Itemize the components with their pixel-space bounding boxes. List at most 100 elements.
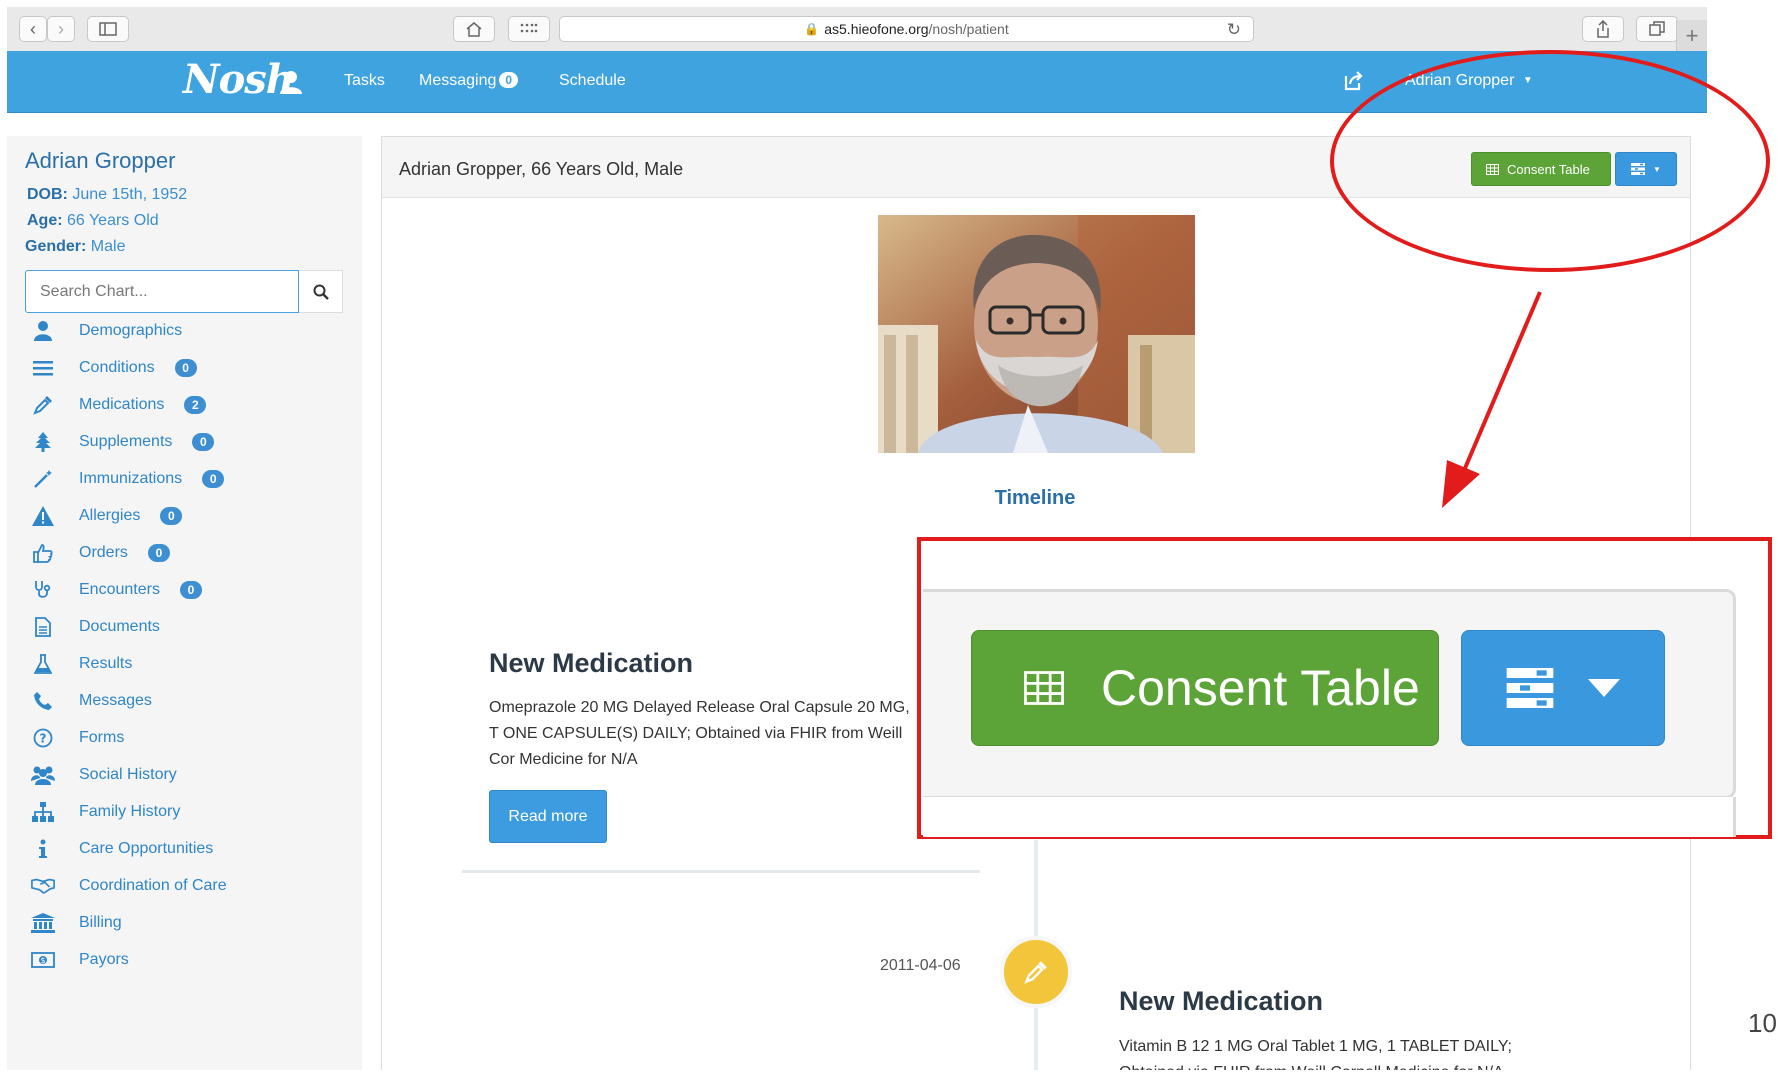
sidebar-toggle-button[interactable] (87, 16, 129, 42)
sidebar-item-social-history[interactable]: Social History (31, 762, 177, 788)
search-chart-input[interactable]: Search Chart... (25, 270, 299, 313)
sidebar-item-label: Social History (79, 766, 177, 783)
sidebar-item-demographics[interactable]: Demographics (31, 318, 182, 344)
lock-icon: 🔒 (804, 22, 820, 36)
messaging-count-badge: 0 (499, 72, 519, 88)
sidebar-item-orders[interactable]: Orders 0 (31, 540, 170, 566)
magic-wand-icon (31, 467, 55, 491)
sidebar-item-documents[interactable]: Documents (31, 614, 160, 640)
sidebar-item-encounters[interactable]: Encounters 0 (31, 577, 202, 603)
event-title: New Medication (489, 648, 694, 678)
back-button[interactable]: ‹ (19, 16, 47, 42)
zoom-consent-table-button[interactable]: Consent Table (971, 630, 1439, 746)
sidebar-item-results[interactable]: Results (31, 651, 132, 677)
dob-label: DOB: (27, 186, 68, 203)
external-link-icon[interactable] (1343, 70, 1365, 92)
warning-icon (31, 504, 55, 528)
forward-button[interactable]: › (47, 16, 75, 42)
event-description: Omeprazole 20 MG Delayed Release Oral Ca… (489, 699, 910, 768)
sidebar-item-label: Supplements 0 (79, 433, 215, 451)
url-path: /nosh/patient (928, 21, 1009, 37)
handshake-icon (31, 874, 55, 898)
svg-text:$: $ (40, 956, 45, 965)
share-button[interactable] (1582, 16, 1624, 42)
sidebar-item-label: Allergies 0 (79, 507, 183, 525)
sidebar-item-label: Payors (79, 951, 129, 968)
sidebar-item-family-history[interactable]: Family History (31, 799, 180, 825)
users-icon (31, 763, 55, 787)
tabs-button[interactable] (1636, 16, 1678, 42)
tabs-icon (1649, 21, 1665, 36)
flask-icon (31, 652, 55, 676)
age-value: 66 Years Old (67, 212, 159, 229)
sidebar-item-payors[interactable]: $ Payors (31, 947, 129, 973)
url-host: as5.hieofone.org (824, 21, 929, 37)
sidebar-item-label: Billing (79, 914, 122, 931)
home-button[interactable] (453, 16, 495, 42)
sidebar-item-label: Results (79, 655, 133, 672)
sidebar-item-forms[interactable]: ? Forms (31, 725, 124, 751)
count-badge: 0 (174, 359, 197, 377)
zoom-consent-table-label: Consent Table (1101, 660, 1420, 716)
sidebar-item-label: Immunizations 0 (79, 470, 225, 488)
count-badge: 0 (192, 433, 215, 451)
table-icon (1024, 671, 1064, 705)
sidebar-item-allergies[interactable]: Allergies 0 (31, 503, 183, 529)
sidebar-item-label: Documents (79, 618, 160, 635)
patient-gender: Gender: Male (25, 238, 125, 256)
count-badge: 0 (202, 470, 225, 488)
address-bar[interactable]: 🔒 as5.hieofone.org/nosh/patient ↻ (559, 16, 1254, 42)
event-title: New Medication (1119, 986, 1324, 1016)
timeline-title: Timeline (994, 487, 1076, 509)
annotation-arrow (1442, 291, 1542, 508)
sidebar-item-conditions[interactable]: Conditions 0 (31, 355, 197, 381)
money-icon: $ (31, 948, 55, 972)
sidebar-item-coordination-of-care[interactable]: Coordination of Care (31, 873, 227, 899)
patient-photo (878, 215, 1195, 453)
sidebar-item-medications[interactable]: Medications 2 (31, 392, 207, 418)
sidebar-item-messages[interactable]: Messages (31, 688, 152, 714)
gender-value: Male (90, 238, 126, 255)
annotation-ellipse (1330, 50, 1770, 272)
nav-messaging[interactable]: Messaging 0 (419, 72, 519, 90)
zoom-options-dropdown-button[interactable] (1461, 630, 1665, 746)
grid-icon (520, 23, 538, 33)
sidebar-icon (99, 22, 117, 36)
sidebar-item-care-opportunities[interactable]: Care Opportunities (31, 836, 213, 862)
read-more-button[interactable]: Read more (489, 790, 607, 843)
user-icon (31, 319, 55, 343)
browser-toolbar: ‹ › 🔒 as5.hieofone.org/nosh/patient ↻ (7, 7, 1707, 52)
thumbs-up-icon (31, 541, 55, 565)
nav-tasks[interactable]: Tasks (344, 72, 385, 90)
sitemap-icon (31, 800, 55, 824)
new-tab-button[interactable]: + (1676, 20, 1707, 52)
sidebar-item-immunizations[interactable]: Immunizations 0 (31, 466, 225, 492)
patient-sidebar: Adrian Gropper DOB: June 15th, 1952 Age:… (7, 136, 362, 1070)
reload-icon[interactable]: ↻ (1227, 20, 1241, 40)
question-circle-icon: ? (31, 726, 55, 750)
timeline-medication-marker[interactable] (1000, 936, 1072, 1008)
nosh-logo[interactable]: Nosh (183, 56, 295, 103)
gender-label: Gender: (25, 238, 87, 255)
sidebar-item-billing[interactable]: Billing (31, 910, 122, 936)
sidebar-item-label: Conditions 0 (79, 359, 197, 377)
sidebar-item-label: Encounters 0 (79, 581, 202, 599)
age-label: Age: (27, 212, 63, 229)
share-icon (1597, 20, 1609, 38)
home-icon (466, 22, 482, 37)
zoom-panel-body (923, 797, 1736, 837)
sidebar-item-label: Family History (79, 803, 181, 820)
search-button[interactable] (299, 270, 343, 313)
bank-icon (31, 911, 55, 935)
sidebar-item-supplements[interactable]: Supplements 0 (31, 429, 215, 455)
nav-schedule[interactable]: Schedule (559, 72, 626, 90)
sidebar-item-label: Orders 0 (79, 544, 170, 562)
phone-icon (31, 689, 55, 713)
svg-text:?: ? (40, 732, 47, 746)
event-description: Vitamin B 12 1 MG Oral Tablet 1 MG, 1 TA… (1119, 1038, 1512, 1070)
zoom-panel-header: Consent Table (923, 589, 1736, 799)
patient-age: Age: 66 Years Old (27, 212, 159, 230)
sidebar-item-label: Care Opportunities (79, 840, 214, 857)
sidebar-item-label: Medications 2 (79, 396, 207, 414)
grid-button[interactable] (508, 16, 550, 42)
